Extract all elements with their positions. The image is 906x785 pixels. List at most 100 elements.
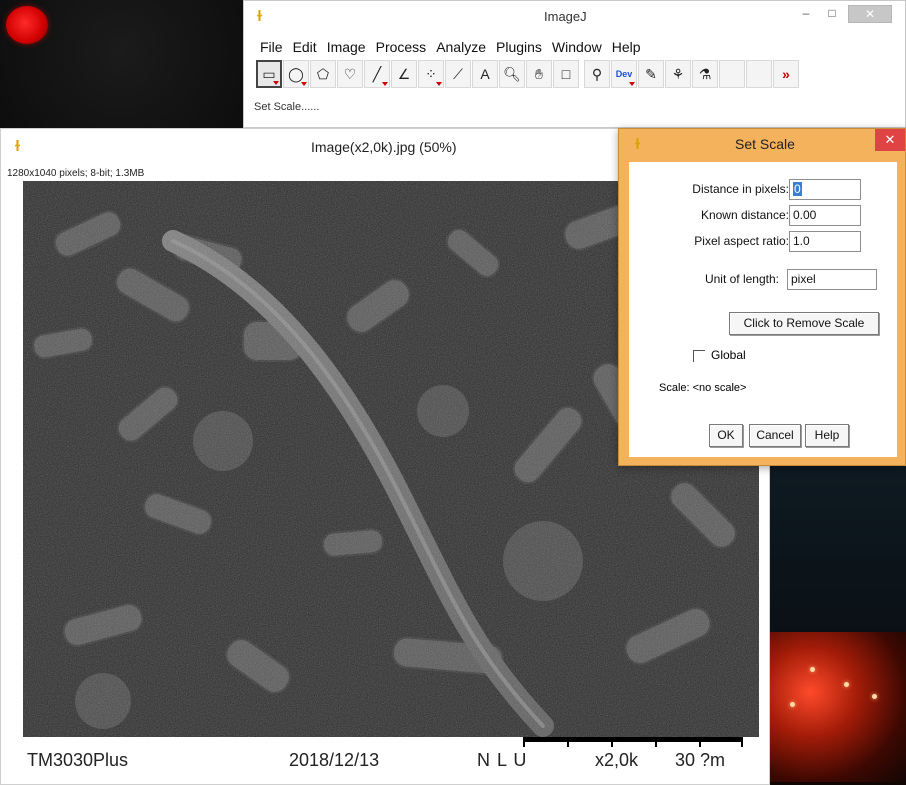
menu-window[interactable]: Window (552, 39, 602, 55)
flood-fill-tool-button[interactable]: ⚗ (692, 60, 718, 88)
dialog-titlebar[interactable]: ɫ Set Scale ✕ (619, 129, 905, 159)
menu-help[interactable]: Help (612, 39, 641, 55)
point-tool-icon: ⁘ (425, 65, 437, 82)
color-picker-tool-icon: □ (561, 66, 571, 82)
rectangle-tool-icon: ▭ (262, 65, 276, 82)
polygon-tool-button[interactable]: ⬠ (310, 60, 336, 88)
menu-analyze[interactable]: Analyze (436, 39, 486, 55)
global-label: Global (711, 348, 746, 362)
hand-tool-icon: ✋︎ (535, 65, 543, 82)
imagej-feather-icon: ɫ (15, 138, 20, 155)
empty-tool-slot-button[interactable] (719, 60, 745, 88)
scale-bar (523, 737, 743, 747)
zoom-tool-icon: ⚲ (591, 65, 603, 82)
capture-date: 2018/12/13 (289, 750, 380, 770)
imagej-feather-icon: ɫ (257, 8, 262, 25)
magnifier-tool-icon: 🔍︎ (503, 65, 521, 82)
scale-bar-tick (611, 741, 613, 747)
distance-pixels-value: 0 (793, 182, 802, 196)
freehand-tool-button[interactable]: ♡ (337, 60, 363, 88)
menu-process[interactable]: Process (376, 39, 427, 55)
image-window-title: Image(x2,0k).jpg (50%) (311, 139, 457, 155)
ok-button[interactable]: OK (709, 424, 743, 447)
set-scale-dialog: ɫ Set Scale ✕ Distance in pixels: 0 Know… (618, 128, 906, 466)
wallpaper-light (790, 702, 795, 707)
oval-tool-button[interactable]: ◯ (283, 60, 309, 88)
scale-status-text: Scale: <no scale> (659, 382, 747, 394)
distance-pixels-field[interactable]: 0 (789, 179, 861, 200)
angle-tool-button[interactable]: ∠ (391, 60, 417, 88)
pencil-tool-button[interactable]: ✎ (638, 60, 664, 88)
imagej-feather-icon: ɫ (635, 136, 640, 153)
detector-mode: N L U (477, 750, 528, 770)
known-distance-field[interactable]: 0.00 (789, 205, 861, 226)
status-text: Set Scale...... (254, 101, 320, 113)
dropdown-indicator-icon (382, 82, 388, 86)
wallpaper-light (810, 667, 815, 672)
empty-tool-slot-button[interactable] (746, 60, 772, 88)
scale-bar-tick (741, 741, 743, 747)
dropdown-indicator-icon (436, 82, 442, 86)
desktop-background (0, 0, 243, 128)
text-tool-button[interactable]: A (472, 60, 498, 88)
pixel-aspect-ratio-label: Pixel aspect ratio: (694, 234, 789, 248)
wallpaper-light (844, 682, 849, 687)
oval-tool-icon: ◯ (288, 65, 304, 82)
maximize-button[interactable]: □ (820, 5, 844, 23)
dialog-title: Set Scale (735, 136, 795, 152)
brush-tool-button[interactable]: ⚘ (665, 60, 691, 88)
known-distance-label: Known distance: (700, 208, 789, 222)
scale-bar-tick (655, 741, 657, 747)
dialog-close-button[interactable]: ✕ (875, 129, 905, 151)
close-button[interactable]: ✕ (848, 5, 892, 23)
line-tool-button[interactable]: ╱ (364, 60, 390, 88)
pixel-aspect-ratio-field[interactable]: 1.0 (789, 231, 861, 252)
hand-tool-button[interactable]: ✋︎ (526, 60, 552, 88)
dev-tool-button[interactable]: Dev (611, 60, 637, 88)
sem-info-bar: TM3030Plus 2018/12/13 N L U x2,0k 30 ?m (23, 737, 759, 777)
desktop-wallpaper (770, 462, 906, 785)
minimize-button[interactable]: – (794, 5, 818, 23)
distance-pixels-label: Distance in pixels: (692, 182, 789, 196)
scale-bar-tick (567, 741, 569, 747)
dropdown-indicator-icon (273, 81, 279, 85)
dropdown-indicator-icon (629, 82, 635, 86)
brush-tool-icon: ⚘ (671, 65, 685, 82)
imagej-main-window: ɫ ImageJ – □ ✕ File Edit Image Process Analy… (243, 0, 906, 128)
scale-bar-tick (699, 741, 701, 747)
line-tool-icon: ╱ (372, 65, 382, 82)
menu-bar: File Edit Image Process Analyze Plugins Window… (260, 39, 651, 55)
instrument-model: TM3030Plus (27, 750, 129, 770)
dialog-body: Distance in pixels: 0 Known distance: 0.… (629, 162, 897, 457)
wand-tool-button[interactable]: ⟋ (445, 60, 471, 88)
scale-length-label: 30 ?m (675, 750, 726, 770)
magnifier-tool-button[interactable]: 🔍︎ (499, 60, 525, 88)
global-checkbox[interactable] (693, 350, 705, 362)
window-title: ImageJ (544, 9, 587, 24)
unit-of-length-label: Unit of length: (704, 272, 779, 286)
menu-plugins[interactable]: Plugins (496, 39, 542, 55)
remove-scale-button[interactable]: Click to Remove Scale (729, 312, 879, 335)
cancel-button[interactable]: Cancel (749, 424, 801, 447)
unit-of-length-field[interactable]: pixel (787, 269, 877, 290)
wand-tool-icon: ⟋ (453, 65, 463, 82)
menu-file[interactable]: File (260, 39, 283, 55)
flood-fill-tool-icon: ⚗ (698, 65, 712, 82)
more-tools-button[interactable]: » (773, 60, 799, 88)
red-circle-decoration (6, 6, 48, 44)
imagej-titlebar[interactable]: ɫ ImageJ – □ ✕ (244, 1, 905, 35)
dropdown-indicator-icon (301, 82, 307, 86)
menu-image[interactable]: Image (327, 39, 366, 55)
point-tool-button[interactable]: ⁘ (418, 60, 444, 88)
wallpaper-light (872, 694, 877, 699)
dev-tool-icon: Dev (615, 69, 633, 79)
menu-edit[interactable]: Edit (293, 39, 317, 55)
color-picker-tool-button[interactable]: □ (553, 60, 579, 88)
wallpaper-glow (770, 632, 906, 782)
freehand-tool-icon: ♡ (343, 65, 357, 82)
rectangle-tool-button[interactable]: ▭ (256, 60, 282, 88)
polygon-tool-icon: ⬠ (316, 65, 330, 82)
scale-bar-tick (523, 741, 525, 747)
zoom-tool-button[interactable]: ⚲ (584, 60, 610, 88)
help-button[interactable]: Help (805, 424, 849, 447)
